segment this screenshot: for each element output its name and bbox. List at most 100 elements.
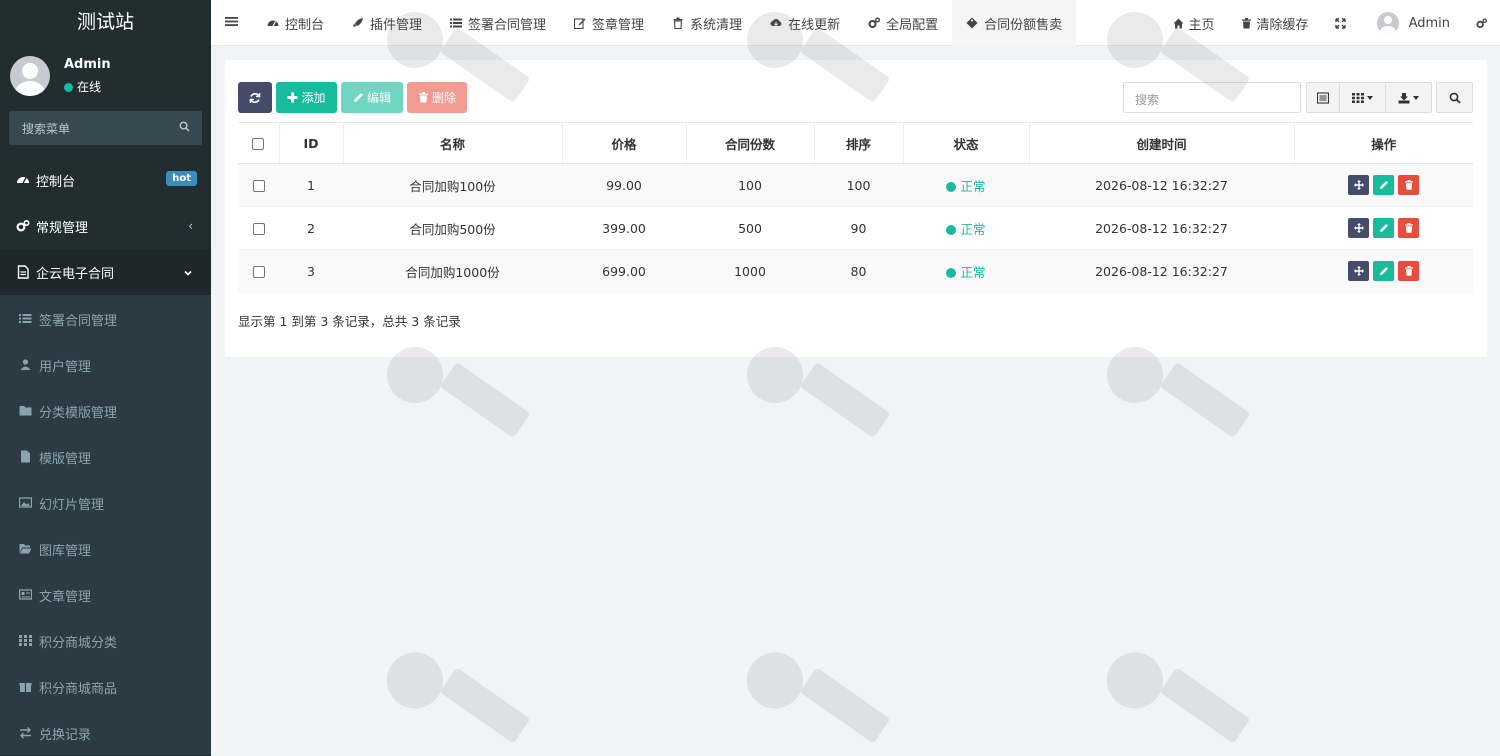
- tab-online-update[interactable]: 在线更新: [756, 0, 854, 46]
- sidebar-item-mall-products[interactable]: 积分商城商品: [0, 663, 211, 709]
- sidebar-item-templates[interactable]: 模版管理: [0, 433, 211, 479]
- move-icon: [1353, 223, 1364, 233]
- cell-actions: [1294, 163, 1473, 207]
- export-dropdown[interactable]: [1386, 82, 1432, 113]
- caret-down-icon: [1413, 95, 1419, 100]
- user-menu[interactable]: Admin: [1364, 0, 1463, 46]
- row-edit-button[interactable]: [1373, 261, 1394, 282]
- avatar: [10, 56, 50, 96]
- settings-button[interactable]: [1463, 0, 1500, 46]
- row-edit-button[interactable]: [1373, 218, 1394, 238]
- sidebar-item-contract-manage[interactable]: 签署合同管理: [0, 295, 211, 341]
- edit-button[interactable]: 编辑: [341, 82, 403, 113]
- sidebar-item-mall-category[interactable]: 积分商城分类: [0, 617, 211, 663]
- tab-label: 系统清理: [690, 17, 743, 33]
- sidebar-item-users[interactable]: 用户管理: [0, 341, 211, 387]
- refresh-button[interactable]: [238, 82, 272, 113]
- sidebar-item-category-templates[interactable]: 分类模版管理: [0, 387, 211, 433]
- column-header-sort[interactable]: 排序: [813, 122, 903, 164]
- tab-label: 全局配置: [886, 17, 939, 33]
- expand-icon: [1334, 17, 1346, 29]
- search-button[interactable]: [1436, 82, 1473, 113]
- tab-global-config[interactable]: 全局配置: [854, 0, 952, 46]
- sidebar-item-label: 分类模版管理: [39, 406, 118, 421]
- cogs-icon: [1476, 17, 1487, 28]
- delete-button[interactable]: 删除: [407, 82, 467, 113]
- online-dot-icon: [64, 83, 73, 92]
- cell-sort: 90: [814, 206, 903, 250]
- sidebar: 测试站 Admin 在线 搜索菜单 控制台 hot 常规管理 ‹ 企云电子合同 …: [0, 0, 211, 756]
- row-select-cell: [238, 163, 279, 207]
- sidebar-item-label: 控制台: [36, 175, 76, 190]
- menu-search-placeholder: 搜索菜单: [22, 122, 71, 136]
- column-header-name[interactable]: 名称: [342, 122, 562, 164]
- row-delete-button[interactable]: [1398, 175, 1419, 195]
- cell-sort: 100: [814, 163, 903, 207]
- row-delete-button[interactable]: [1398, 218, 1419, 238]
- cloud-download-icon: [770, 19, 782, 27]
- tab-dashboard[interactable]: 控制台: [253, 0, 338, 46]
- sidebar-item-general[interactable]: 常规管理 ‹: [0, 203, 211, 249]
- row-checkbox[interactable]: [252, 266, 265, 279]
- sidebar-item-econtract[interactable]: 企云电子合同: [0, 249, 211, 295]
- table-search-placeholder: 搜索: [1135, 93, 1160, 107]
- column-header-id[interactable]: ID: [278, 122, 343, 164]
- tab-plugins[interactable]: 插件管理: [338, 0, 436, 46]
- sidebar-item-gallery[interactable]: 图库管理: [0, 525, 211, 571]
- toggle-view-button[interactable]: [1306, 82, 1340, 113]
- row-edit-button[interactable]: [1373, 175, 1394, 195]
- cell-actions: [1294, 206, 1473, 250]
- row-checkbox[interactable]: [252, 223, 265, 235]
- edit-icon: [574, 18, 586, 29]
- newspaper-icon: [19, 589, 32, 600]
- home-link[interactable]: 主页: [1160, 0, 1228, 46]
- tab-label: 合同份额售卖: [984, 17, 1063, 33]
- users-icon: [20, 359, 31, 370]
- tab-label: 在线更新: [788, 17, 841, 33]
- exchange-icon: [20, 727, 31, 739]
- menu-toggle-icon[interactable]: [225, 15, 238, 28]
- menu-search-input[interactable]: 搜索菜单: [9, 111, 202, 145]
- status-dot-icon: [946, 224, 957, 235]
- select-all-checkbox[interactable]: [252, 138, 265, 150]
- sidebar-item-label: 企云电子合同: [36, 267, 115, 282]
- select-all-cell: [238, 122, 279, 164]
- tab-label: 签章管理: [592, 17, 645, 33]
- column-header-price[interactable]: 价格: [561, 122, 686, 164]
- table-row[interactable]: 1 合同加购100份 99.00 100 100 正常 2026-08-12 1…: [238, 163, 1473, 207]
- table-row[interactable]: 2 合同加购500份 399.00 500 90 正常 2026-08-12 1…: [238, 206, 1473, 250]
- drag-button[interactable]: [1348, 175, 1369, 195]
- column-header-status[interactable]: 状态: [902, 122, 1029, 164]
- table-row[interactable]: 3 合同加购1000份 699.00 1000 80 正常 2026-08-12…: [238, 249, 1473, 293]
- sidebar-item-articles[interactable]: 文章管理: [0, 571, 211, 617]
- avatar: [1376, 12, 1399, 34]
- sidebar-item-slides[interactable]: 幻灯片管理: [0, 479, 211, 525]
- clear-cache-label: 清除缓存: [1256, 17, 1309, 33]
- site-title[interactable]: 测试站: [0, 0, 211, 46]
- sidebar-item-exchange-records[interactable]: 兑换记录: [0, 709, 211, 755]
- tab-seal-manage[interactable]: 签章管理: [560, 0, 658, 46]
- sidebar-item-label: 文章管理: [39, 590, 92, 605]
- clear-cache-button[interactable]: 清除缓存: [1228, 0, 1322, 46]
- tab-system-clean[interactable]: 系统清理: [658, 0, 756, 46]
- sidebar-item-dashboard[interactable]: 控制台 hot: [0, 157, 211, 203]
- column-header-created[interactable]: 创建时间: [1028, 122, 1294, 164]
- cell-id: 2: [279, 206, 343, 250]
- drag-button[interactable]: [1348, 261, 1369, 282]
- sidebar-item-label: 图库管理: [39, 544, 92, 559]
- tab-contract-manage[interactable]: 签署合同管理: [436, 0, 560, 46]
- tab-contract-quota-sale[interactable]: 合同份额售卖: [952, 0, 1077, 46]
- add-button[interactable]: 添加: [276, 82, 337, 113]
- columns-dropdown[interactable]: [1340, 82, 1386, 113]
- folder-icon: [19, 406, 32, 416]
- column-header-count[interactable]: 合同份数: [685, 122, 814, 164]
- watermark-icon: [387, 347, 529, 437]
- fullscreen-button[interactable]: [1322, 0, 1364, 46]
- data-table: ID 名称 价格 合同份数 排序 状态 创建时间 操作 1 合同加购100份 9…: [238, 122, 1473, 293]
- top-navbar: 控制台 插件管理 签署合同管理 签章管理 系统清理 在线更新 全局配置 合同份额…: [211, 0, 1500, 46]
- row-checkbox[interactable]: [252, 180, 265, 192]
- table-search-input[interactable]: 搜索: [1123, 82, 1301, 113]
- cell-name: 合同加购500份: [343, 206, 562, 250]
- row-delete-button[interactable]: [1398, 261, 1419, 282]
- drag-button[interactable]: [1348, 218, 1369, 238]
